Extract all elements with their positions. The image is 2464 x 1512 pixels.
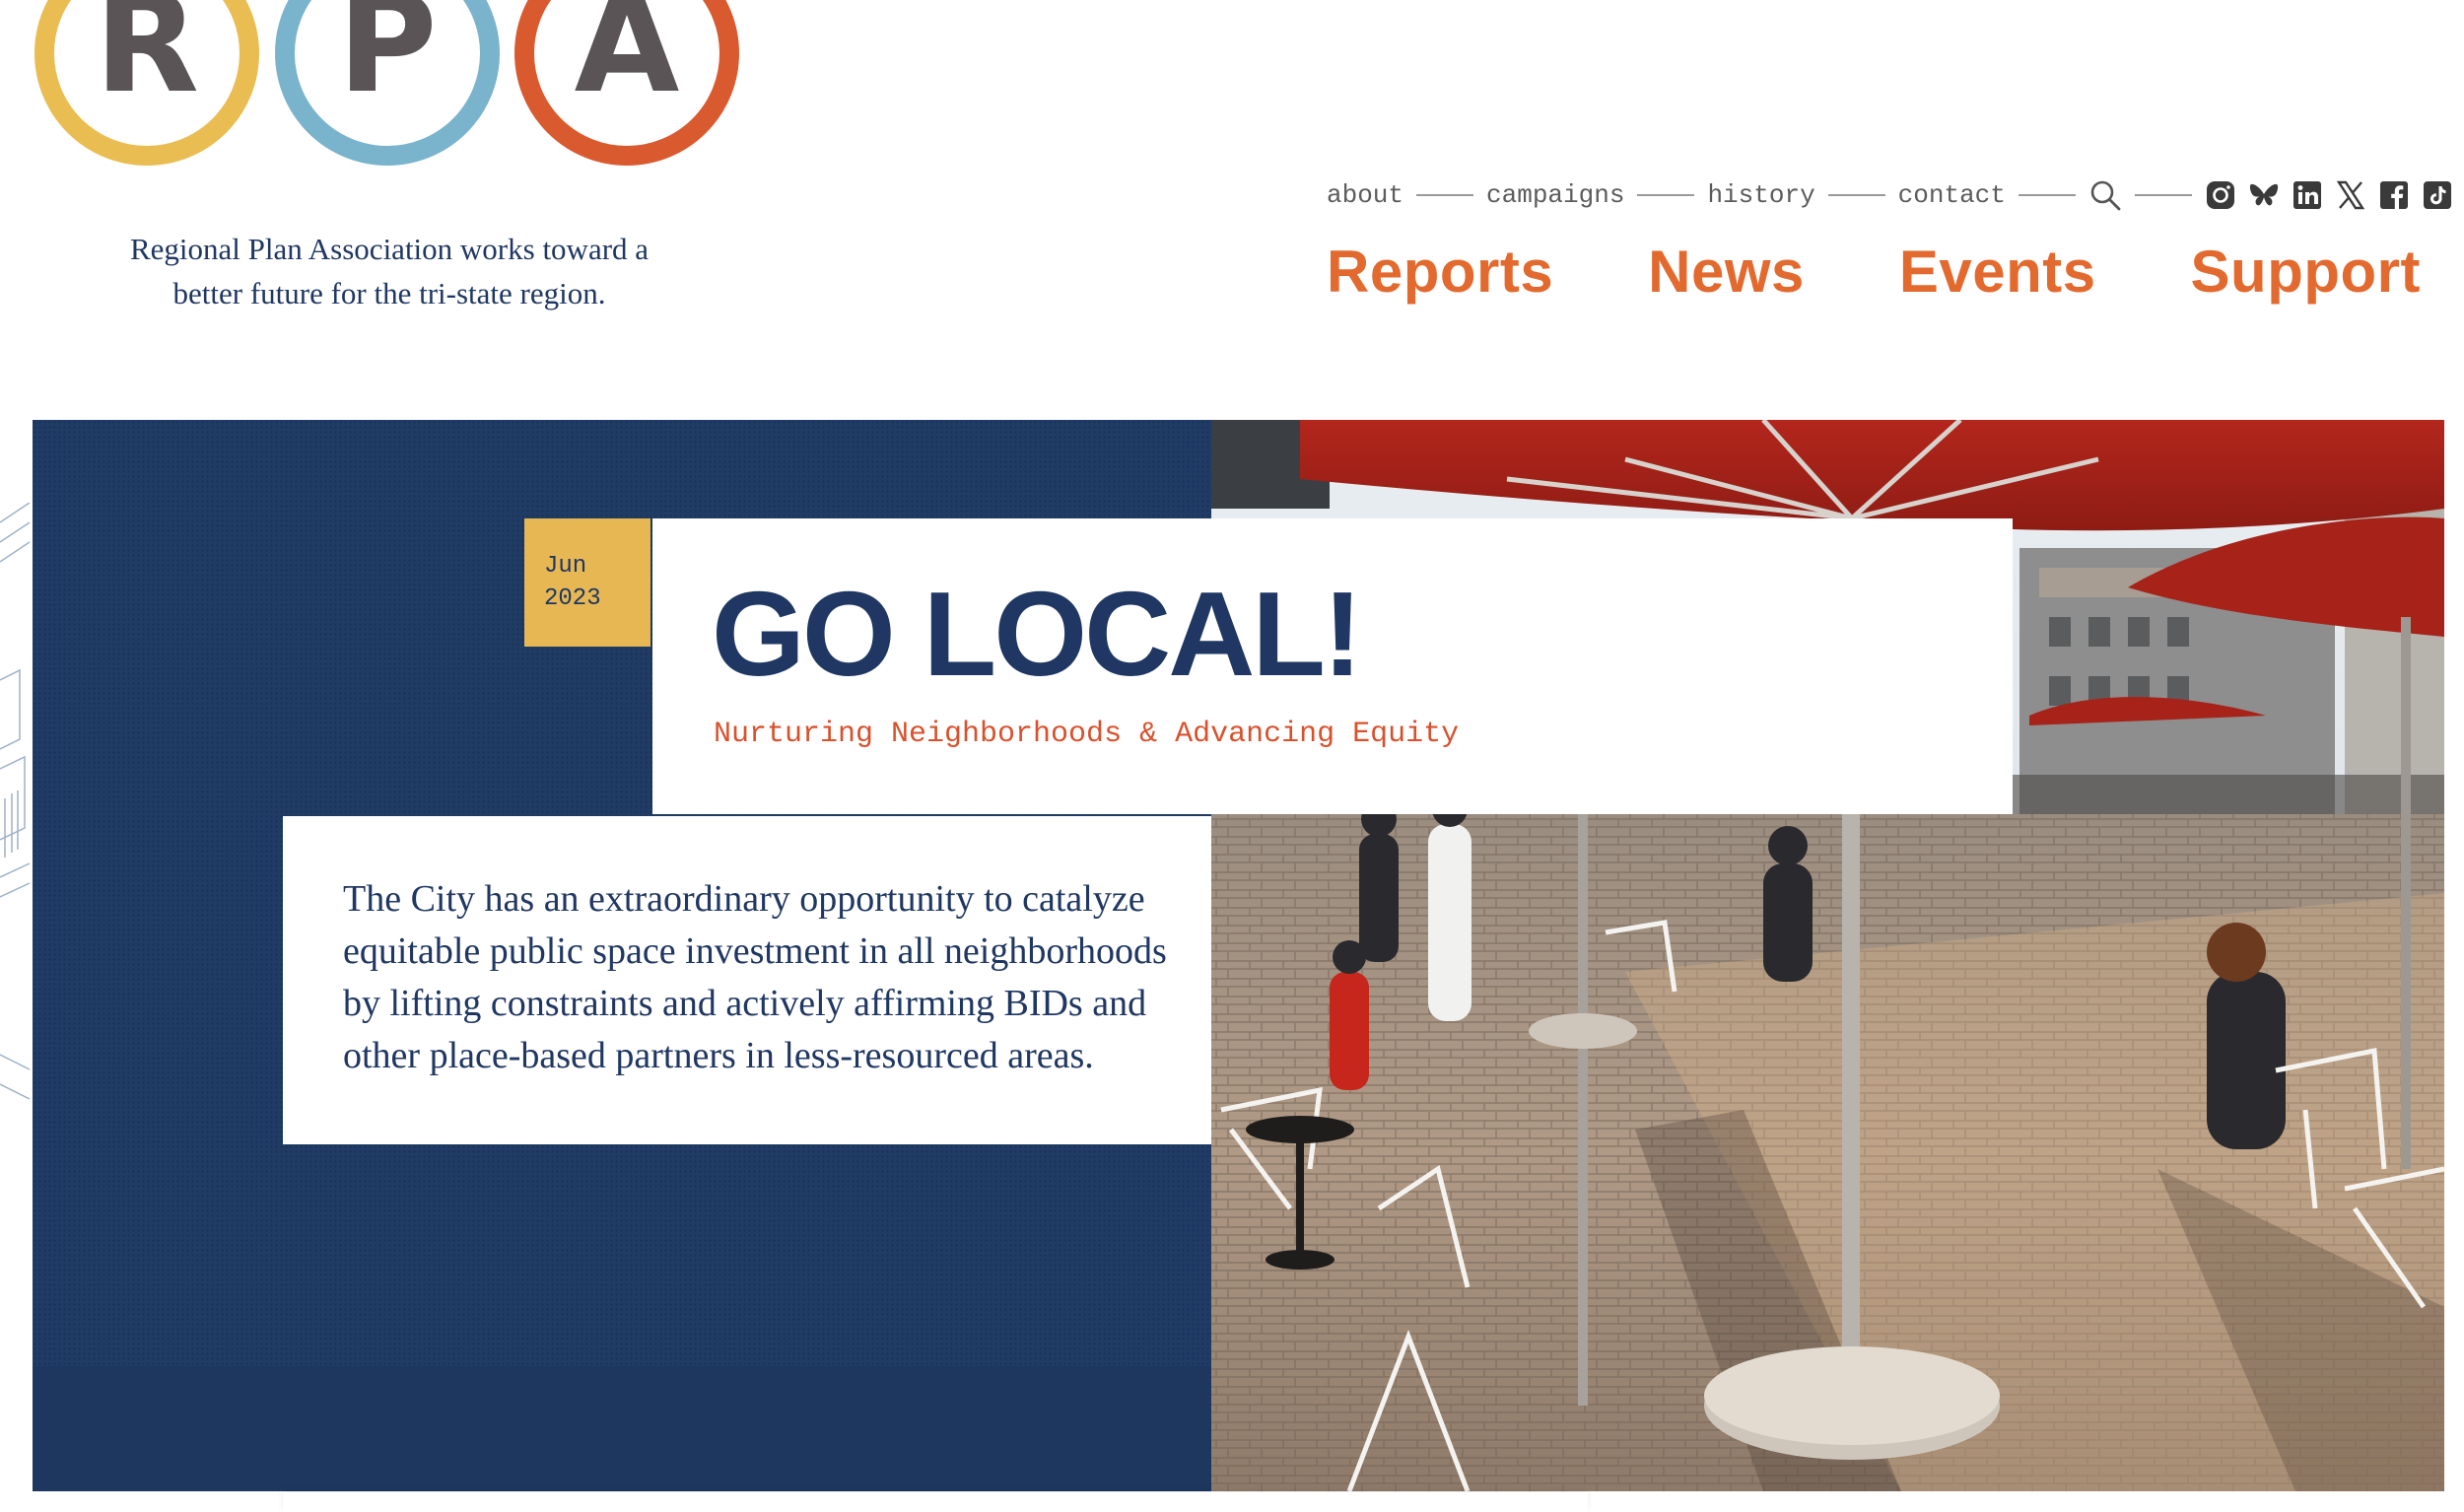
x-icon[interactable]: [2335, 179, 2366, 211]
logo-ring-p: P: [275, 0, 500, 166]
tiktok-icon[interactable]: [2422, 179, 2453, 211]
next-section-card-edge: [283, 1492, 1588, 1512]
nav-divider: [1637, 194, 1695, 196]
hero-summary-card: The City has an extraordinary opportunit…: [283, 816, 1211, 1144]
hero-title-card[interactable]: GO LOCAL! Nurturing Neighborhoods & Adva…: [652, 518, 2013, 814]
logo-ring-a: A: [514, 0, 739, 166]
hero-title[interactable]: GO LOCAL!: [712, 568, 1362, 700]
tagline-line-1: Regional Plan Association works toward a: [129, 232, 650, 266]
nav-news-link[interactable]: News: [1648, 238, 1805, 306]
nav-divider: [2018, 194, 2076, 196]
nav-reports-link[interactable]: Reports: [1327, 238, 1553, 306]
date-year: 2023: [544, 585, 601, 612]
instagram-icon[interactable]: [2205, 179, 2236, 211]
hero-feature[interactable]: Jun 2023 GO LOCAL! Nurturing Neighborhoo…: [33, 420, 2444, 1491]
hero-subtitle: Nurturing Neighborhoods & Advancing Equi…: [714, 718, 1460, 751]
social-links: [2205, 179, 2453, 211]
building-lineart-decoration: [0, 503, 31, 1100]
nav-divider: [2134, 194, 2192, 196]
main-nav: Reports News Events Support: [1327, 232, 2421, 310]
logo-letter-p: P: [337, 0, 438, 123]
logo-letter-a: A: [574, 0, 680, 123]
nav-support-link[interactable]: Support: [2191, 238, 2421, 306]
utility-nav: about campaigns history contact: [1327, 177, 2451, 213]
nav-divider: [1416, 194, 1474, 196]
nav-divider: [1827, 194, 1885, 196]
logo-ring-r: R: [34, 0, 259, 166]
nav-history-link[interactable]: history: [1707, 180, 1814, 210]
facebook-icon[interactable]: [2378, 179, 2410, 211]
search-icon[interactable]: [2088, 178, 2122, 212]
hero-summary-text: The City has an extraordinary opportunit…: [343, 878, 1167, 1076]
nav-events-link[interactable]: Events: [1899, 238, 2096, 306]
tagline-line-2: better future for the tri-state region.: [172, 276, 606, 310]
date-badge: Jun 2023: [524, 518, 650, 647]
linkedin-icon[interactable]: [2292, 179, 2323, 211]
bluesky-icon[interactable]: [2248, 179, 2280, 211]
nav-about-link[interactable]: about: [1327, 180, 1403, 210]
nav-campaigns-link[interactable]: campaigns: [1486, 180, 1624, 210]
site-tagline: Regional Plan Association works toward a…: [118, 227, 660, 315]
rpa-logo[interactable]: R P A: [0, 0, 769, 197]
logo-letter-r: R: [94, 0, 200, 123]
date-month: Jun: [544, 553, 587, 580]
nav-contact-link[interactable]: contact: [1898, 180, 2006, 210]
